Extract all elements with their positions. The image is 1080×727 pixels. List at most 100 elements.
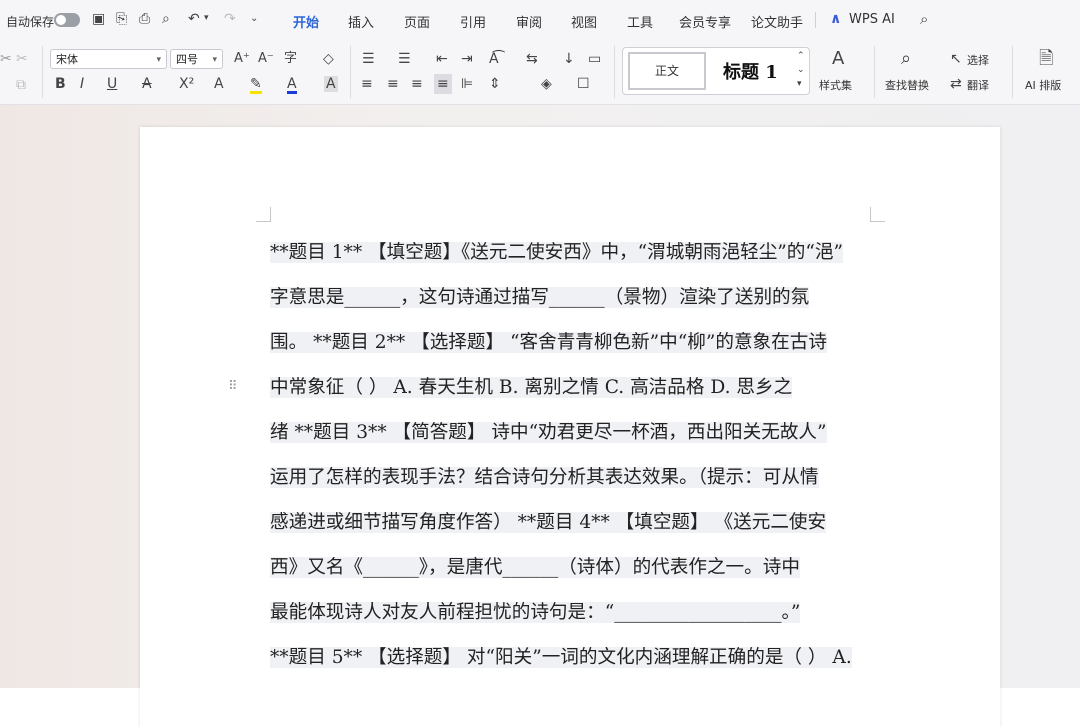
line-text: **题目 1** 【填空题】《送元二使安西》中，“渭城朝雨浥轻尘”的“浥” xyxy=(270,242,843,263)
increase-indent-icon[interactable]: ⇥ xyxy=(461,52,473,66)
print-preview-icon[interactable]: ⌕ xyxy=(162,12,170,26)
text-effect-icon[interactable]: A xyxy=(214,77,224,91)
tab-references[interactable]: 引用 xyxy=(460,12,486,31)
line-text: **题目 5** 【选择题】 对“阳关”一词的文化内涵理解正确的是（ ） A. xyxy=(270,647,852,668)
bold-icon[interactable]: B xyxy=(55,77,66,91)
font-size-value: 四号 xyxy=(176,53,198,66)
format-painter-icon[interactable]: ✂ xyxy=(0,52,12,66)
style-gallery: 正文 标题 1 ⌃ ⌄ ▾ xyxy=(622,47,810,95)
show-marks-icon[interactable]: ▭ xyxy=(588,52,601,66)
ai-layout-button[interactable]: AI 排版 xyxy=(1025,77,1061,93)
chevron-down-icon: ▾ xyxy=(156,55,161,65)
highlight-icon[interactable]: ✎ xyxy=(250,77,262,94)
distribute-icon[interactable]: ⊫ xyxy=(461,77,473,91)
borders-icon[interactable]: ☐ xyxy=(577,77,590,91)
search-icon[interactable]: ⌕ xyxy=(920,12,928,27)
grow-font-icon[interactable]: A⁺ xyxy=(234,52,250,65)
select-cursor-icon[interactable]: ↖ xyxy=(950,52,962,66)
sort-icon[interactable]: ↓ xyxy=(563,52,575,66)
tab-member[interactable]: 会员专享 xyxy=(679,12,731,31)
margin-mark-right xyxy=(870,207,885,222)
font-name-value: 宋体 xyxy=(56,53,78,66)
ribbon-separator xyxy=(874,46,875,98)
tab-page[interactable]: 页面 xyxy=(404,12,430,31)
gallery-up-icon[interactable]: ⌃ xyxy=(797,52,805,61)
undo-dropdown-icon[interactable]: ▾ xyxy=(204,14,209,23)
line-text: 绪 **题目 3** 【简答题】 诗中“劝君更尽一杯酒，西出阳关无故人” xyxy=(270,422,827,443)
gallery-down-icon[interactable]: ⌄ xyxy=(797,66,805,75)
find-replace-button[interactable]: 查找替换 xyxy=(885,77,929,93)
char-shading-icon[interactable]: A xyxy=(324,76,338,92)
line-text: 运用了怎样的表现手法？结合诗句分析其表达效果。（提示：可从情 xyxy=(270,467,819,488)
tab-home[interactable]: 开始 xyxy=(293,12,320,40)
clear-format-icon[interactable]: ◇ xyxy=(323,52,334,66)
undo-icon[interactable]: ↶ xyxy=(188,12,200,26)
copy-icon[interactable]: ⧉ xyxy=(16,78,26,92)
text-direction-icon[interactable]: ⇆ xyxy=(526,52,538,66)
tab-divider xyxy=(815,12,816,28)
tab-view[interactable]: 视图 xyxy=(571,12,597,31)
chevron-down-icon: ▾ xyxy=(212,55,217,65)
translate-button[interactable]: 翻译 xyxy=(967,77,989,93)
autosave-toggle[interactable] xyxy=(54,13,80,27)
ribbon-separator xyxy=(350,46,351,98)
line-text: 围。 **题目 2** 【选择题】 “客舍青青柳色新”中“柳”的意象在古诗 xyxy=(270,332,827,353)
numbered-list-icon[interactable]: ☰ xyxy=(398,52,411,66)
cut-icon[interactable]: ✂ xyxy=(16,52,28,66)
font-name-select[interactable]: 宋体 ▾ xyxy=(50,49,167,69)
bullet-list-icon[interactable]: ☰ xyxy=(362,52,375,66)
font-size-select[interactable]: 四号 ▾ xyxy=(170,49,223,69)
document-paragraph[interactable]: **题目 1** 【填空题】《送元二使安西》中，“渭城朝雨浥轻尘”的“浥” 字意… xyxy=(270,240,870,690)
tab-review[interactable]: 审阅 xyxy=(516,12,542,31)
document-page[interactable]: ⠿ **题目 1** 【填空题】《送元二使安西》中，“渭城朝雨浥轻尘”的“浥” … xyxy=(140,127,1000,727)
tab-paper-assistant[interactable]: 论文助手 xyxy=(751,12,803,31)
tab-insert[interactable]: 插入 xyxy=(348,12,374,31)
style-normal[interactable]: 正文 xyxy=(628,52,706,90)
ribbon-separator xyxy=(614,46,615,98)
char-spacing-icon[interactable]: A͡ xyxy=(489,52,499,66)
print-icon[interactable]: ⎙ xyxy=(139,12,150,26)
text-line: 字意思是______，这句诗通过描写______（景物）渲染了送别的氛 xyxy=(270,285,870,330)
decrease-indent-icon[interactable]: ⇤ xyxy=(436,52,448,66)
redo-icon[interactable]: ↷ xyxy=(224,12,236,26)
underline-icon[interactable]: U xyxy=(107,77,117,91)
line-spacing-icon[interactable]: ⇕ xyxy=(489,77,501,91)
text-line: 围。 **题目 2** 【选择题】 “客舍青青柳色新”中“柳”的意象在古诗 xyxy=(270,330,870,375)
style-set-button[interactable]: 样式集 xyxy=(819,77,852,93)
text-line: 中常象征（ ） A. 春天生机 B. 离别之情 C. 高洁品格 D. 思乡之 xyxy=(270,375,870,420)
superscript-icon[interactable]: X² xyxy=(179,77,194,91)
tab-wps-ai[interactable]: WPS AI xyxy=(849,12,895,27)
autosave-label: 自动保存 xyxy=(6,15,55,29)
shrink-font-icon[interactable]: A⁻ xyxy=(258,52,274,65)
strikethrough-icon[interactable]: A xyxy=(142,77,152,91)
align-right-icon[interactable]: ≡ xyxy=(411,77,423,91)
save-icon[interactable]: ▣ xyxy=(92,12,105,26)
paragraph-shading-icon[interactable]: ◈ xyxy=(541,77,552,91)
font-color-icon[interactable]: A xyxy=(287,77,297,94)
justify-icon[interactable]: ≡ xyxy=(434,74,452,94)
line-text: 西》又名《______》，是唐代______（诗体）的代表作之一。诗中 xyxy=(270,557,800,578)
style-heading-1[interactable]: 标题 1 xyxy=(723,58,778,84)
line-text: 字意思是______，这句诗通过描写______（景物）渲染了送别的氛 xyxy=(270,287,810,308)
ribbon-separator xyxy=(42,46,43,98)
select-button[interactable]: 选择 xyxy=(967,52,989,68)
find-replace-icon[interactable]: ⌕ xyxy=(901,50,911,68)
style-set-icon[interactable]: A xyxy=(832,50,844,68)
translate-icon[interactable]: ⇄ xyxy=(950,77,962,91)
document-canvas: ⠿ **题目 1** 【填空题】《送元二使安西》中，“渭城朝雨浥轻尘”的“浥” … xyxy=(0,105,1080,727)
tab-tools[interactable]: 工具 xyxy=(627,12,653,31)
phonetic-guide-icon[interactable]: 字 xyxy=(284,52,297,65)
line-text: 感递进或细节描写角度作答） **题目 4** 【填空题】 《送元二使安 xyxy=(270,512,827,533)
italic-icon[interactable]: I xyxy=(80,77,84,91)
menu-bar: 自动保存 ▣ ⎘ ⎙ ⌕ ↶ ▾ ↷ ⌄ 开始 插入 页面 引用 审阅 视图 工… xyxy=(0,0,1080,40)
text-line: 运用了怎样的表现手法？结合诗句分析其表达效果。（提示：可从情 xyxy=(270,465,870,510)
export-icon[interactable]: ⎘ xyxy=(116,12,127,26)
align-left-icon[interactable]: ≡ xyxy=(361,77,373,91)
align-center-icon[interactable]: ≡ xyxy=(387,77,399,91)
margin-mark-left xyxy=(256,207,271,222)
drag-handle-icon[interactable]: ⠿ xyxy=(228,380,238,393)
gallery-more-icon[interactable]: ▾ xyxy=(797,80,802,89)
wps-ai-icon[interactable]: ∧ xyxy=(830,12,841,26)
ai-layout-icon[interactable]: 🗎 xyxy=(1039,50,1053,68)
more-chevron-icon[interactable]: ⌄ xyxy=(250,14,258,24)
